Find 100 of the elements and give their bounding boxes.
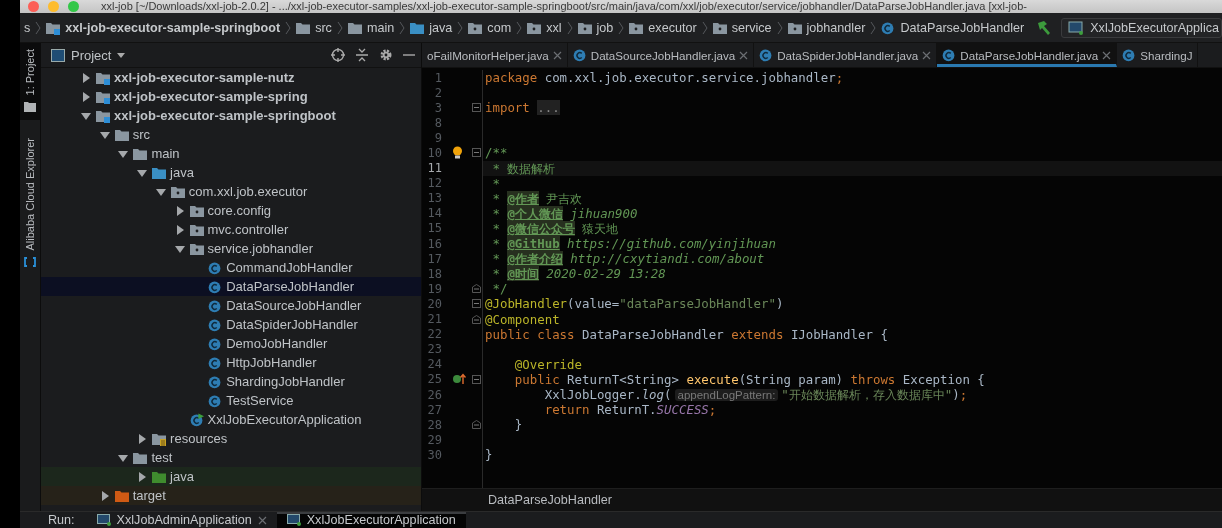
breadcrumb-item[interactable]: main: [347, 20, 395, 35]
breadcrumb-item[interactable]: DataParseJobHandler: [488, 493, 612, 507]
tree-item[interactable]: DemoJobHandler: [41, 334, 421, 353]
tree-item[interactable]: target: [41, 486, 421, 505]
run-tab[interactable]: XxlJobAdminApplication: [86, 512, 277, 528]
line-number: 19: [426, 281, 442, 296]
project-view-dropdown[interactable]: Project: [51, 47, 126, 63]
collapse-all-icon[interactable]: [355, 48, 369, 62]
folder-icon: [787, 20, 802, 35]
tree-item[interactable]: XxlJobExecutorApplication: [41, 410, 421, 429]
breadcrumb-item[interactable]: executor: [629, 20, 697, 35]
collapsed-arrow-icon[interactable]: [80, 71, 92, 84]
chevron-icon: [618, 20, 625, 35]
lightbulb-icon[interactable]: [452, 146, 463, 160]
tree-item[interactable]: com.xxl.job.executor: [41, 182, 421, 201]
tree-item[interactable]: src: [41, 125, 421, 144]
tree-item[interactable]: test: [41, 448, 421, 467]
close-icon[interactable]: [1102, 50, 1112, 60]
line-number: 14: [426, 206, 442, 221]
code-line: public class DataParseJobHandler extends IJobHandler {: [484, 326, 889, 342]
folder-icon: [468, 20, 483, 35]
close-icon[interactable]: [922, 50, 932, 60]
collapsed-arrow-icon[interactable]: [80, 90, 92, 103]
class-icon: [208, 355, 223, 370]
tree-item[interactable]: core.config: [41, 201, 421, 220]
line-number: 27: [426, 402, 442, 417]
breadcrumb-item[interactable]: job: [577, 20, 614, 35]
close-icon[interactable]: [552, 50, 562, 60]
line-number: 1: [433, 70, 442, 85]
code-line: * @个人微信 jihuan900: [491, 205, 639, 221]
tree-item[interactable]: ShardingJobHandler: [41, 372, 421, 391]
editor-tab[interactable]: DataSourceJobHandler.java: [567, 43, 755, 67]
tree-item[interactable]: HttpJobHandler: [41, 353, 421, 372]
tree-item[interactable]: mvc.controller: [41, 220, 421, 239]
line-number: 28: [426, 417, 442, 432]
code-line: */: [491, 281, 509, 297]
chevron-icon: [457, 20, 464, 35]
tree-item[interactable]: resources: [41, 429, 421, 448]
tree-item[interactable]: service.jobhandler: [41, 239, 421, 258]
chevron-icon: [566, 20, 573, 35]
fold-end-icon[interactable]: [472, 314, 481, 324]
run-tab[interactable]: XxlJobExecutorApplication: [276, 512, 466, 528]
chevron-icon: [870, 20, 877, 35]
fold-end-icon[interactable]: [472, 420, 481, 430]
folder-icon: [410, 20, 425, 35]
code-line: /**: [484, 145, 509, 161]
tree-item[interactable]: xxl-job-executor-sample-spring: [41, 87, 421, 106]
breadcrumb-item[interactable]: DataParseJobHandler: [881, 20, 1025, 35]
line-number: 30: [426, 447, 442, 462]
breadcrumb-item[interactable]: src: [296, 20, 332, 35]
tree-item[interactable]: CommandJobHandler: [41, 258, 421, 277]
tree-item[interactable]: xxl-job-executor-sample-nutz: [41, 68, 421, 87]
run-label: Run:: [47, 513, 76, 527]
tree-item[interactable]: java: [41, 163, 421, 182]
fold-icon[interactable]: [472, 103, 481, 113]
crosshair-icon[interactable]: [331, 48, 345, 62]
code-line: * @作者介绍 http://cxytiandi.com/about: [491, 251, 766, 267]
breadcrumb-item[interactable]: java: [410, 20, 453, 35]
tree-item[interactable]: java: [41, 467, 421, 486]
window-icon: [286, 514, 301, 526]
close-icon[interactable]: [739, 50, 749, 60]
class-icon: [572, 48, 587, 62]
breadcrumb-item[interactable]: jobhandler: [787, 20, 866, 35]
breadcrumb-item[interactable]: com: [468, 20, 512, 35]
fold-end-icon[interactable]: [472, 284, 481, 294]
line-number: 20: [426, 296, 442, 311]
breadcrumb-item[interactable]: xxl: [527, 20, 562, 35]
class-icon: [942, 48, 957, 62]
folder-icon: [114, 127, 129, 142]
tree-item[interactable]: main: [41, 144, 421, 163]
tree-item[interactable]: TestService: [41, 391, 421, 410]
tree-item[interactable]: DataSpiderJobHandler: [41, 315, 421, 334]
chevron-icon: [776, 20, 783, 35]
breadcrumb-item[interactable]: xxl-job-executor-sample-springboot: [46, 20, 281, 35]
editor-tab[interactable]: ShardingJ: [1117, 43, 1199, 67]
close-icon[interactable]: [257, 515, 267, 525]
fold-icon[interactable]: [472, 374, 481, 384]
tree-item[interactable]: DataSourceJobHandler: [41, 296, 421, 315]
chevron-icon: [701, 20, 708, 35]
line-number: 24: [426, 357, 442, 372]
folder-icon: [152, 469, 167, 484]
class-icon: [208, 260, 223, 275]
tool-window-button[interactable]: Alibaba Cloud Explorer: [20, 132, 40, 275]
folder-icon: [170, 184, 185, 199]
tree-item[interactable]: DataParseJobHandler: [41, 277, 421, 296]
code-line: }: [484, 447, 494, 463]
breadcrumb-item[interactable]: s: [24, 20, 31, 35]
chevron-icon: [35, 20, 42, 35]
run-configuration-dropdown[interactable]: XxlJobExecutorApplica: [1061, 17, 1222, 38]
breadcrumb-item[interactable]: service: [712, 20, 772, 35]
code-line: XxlJobLogger.log( appendLogPattern: "开始数据解析，存入数据库中");: [544, 386, 968, 403]
fold-icon[interactable]: [472, 148, 481, 158]
tree-item[interactable]: xxl-job-executor-sample-springboot: [41, 106, 421, 125]
editor-tab[interactable]: oFailMonitorHelper.java: [422, 43, 568, 67]
settings-icon[interactable]: [379, 48, 393, 62]
tool-window-button[interactable]: 1: Project: [20, 43, 40, 121]
folder-icon: [629, 20, 644, 35]
editor-tab[interactable]: DataParseJobHandler.java: [937, 43, 1118, 67]
override-marker-icon[interactable]: [452, 372, 466, 385]
fold-icon[interactable]: [472, 299, 481, 309]
